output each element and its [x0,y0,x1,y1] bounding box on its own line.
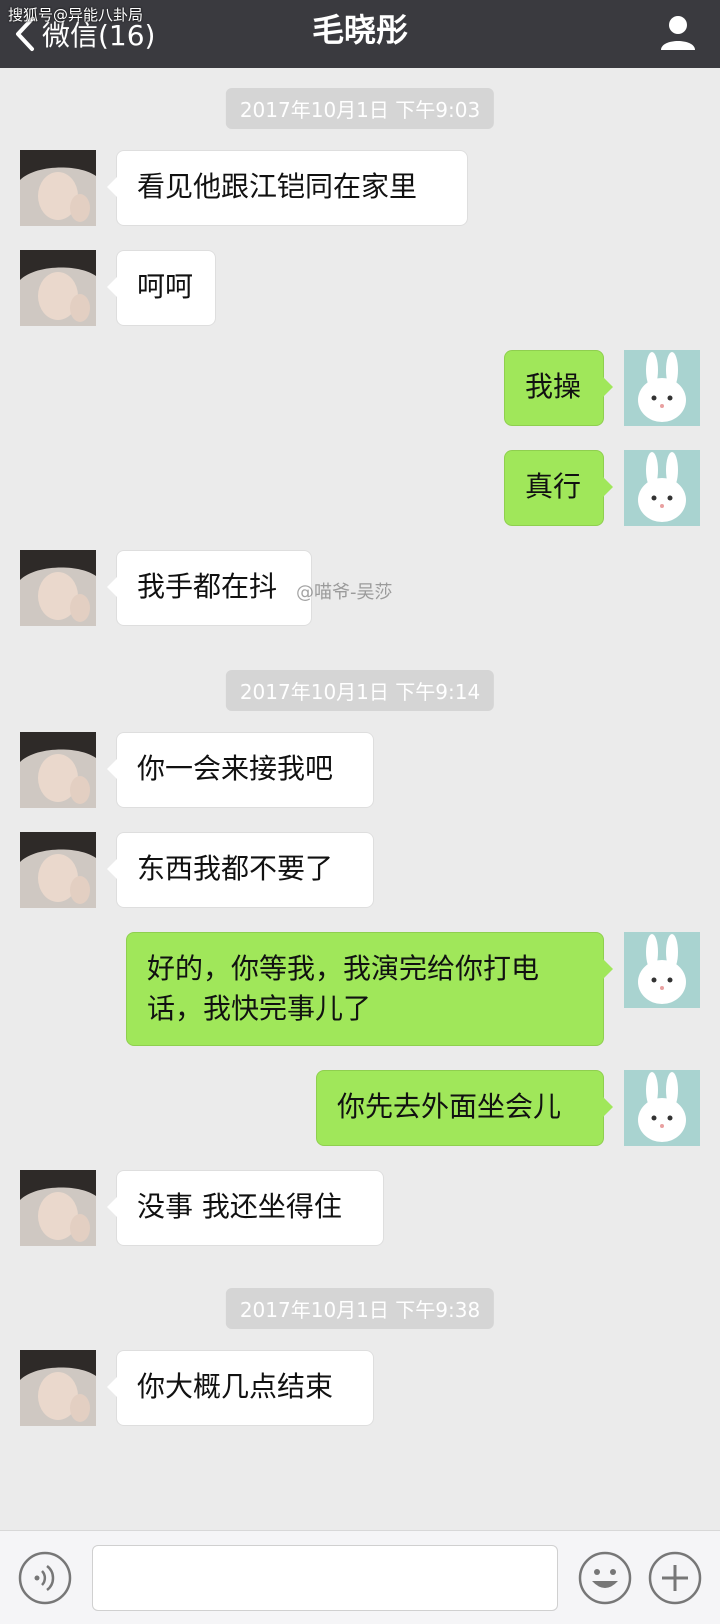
nav-bar: 微信(16) 毛晓彤 搜狐号@异能八卦局 [0,0,720,68]
timestamp: 2017年10月1日 下午9:03 [225,88,495,129]
profile-button[interactable] [658,12,698,52]
voice-button[interactable] [18,1551,72,1605]
more-button[interactable] [648,1551,702,1605]
watermark-top: 搜狐号@异能八卦局 [8,6,144,24]
chat-area[interactable]: 2017年10月1日 下午9:03 看见他跟江铠同在家里 呵呵 我操 真行 我手… [0,68,720,1530]
message-bubble-outgoing[interactable]: 你先去外面坐会儿 [316,1070,613,1146]
message-bubble-incoming[interactable]: 东西我都不要了 [107,832,374,908]
avatar-self[interactable] [624,450,700,526]
avatar-contact[interactable] [20,550,96,626]
message-bubble-outgoing[interactable]: 我操 [504,350,613,426]
message-input[interactable] [92,1545,558,1611]
message-bubble-incoming[interactable]: 没事 我还坐得住 [107,1170,384,1246]
plus-icon [648,1551,702,1609]
timestamp: 2017年10月1日 下午9:14 [225,670,495,711]
avatar-self[interactable] [624,932,700,1008]
message-bubble-incoming[interactable]: 呵呵 [107,250,216,326]
person-icon [658,16,698,56]
emoji-button[interactable] [578,1551,632,1605]
emoji-icon [578,1551,632,1609]
message-bubble-incoming[interactable]: 看见他跟江铠同在家里 [107,150,468,226]
avatar-self[interactable] [624,350,700,426]
avatar-contact[interactable] [20,832,96,908]
message-bubble-outgoing[interactable]: 好的，你等我，我演完给你打电话，我快完事儿了 [126,932,613,1046]
avatar-contact[interactable] [20,732,96,808]
avatar-contact[interactable] [20,250,96,326]
avatar-contact[interactable] [20,1350,96,1426]
input-bar [0,1530,720,1624]
message-bubble-incoming[interactable]: 你一会来接我吧 [107,732,374,808]
message-bubble-incoming[interactable]: 我手都在抖 [107,550,312,626]
avatar-contact[interactable] [20,150,96,226]
voice-icon [18,1551,72,1609]
avatar-contact[interactable] [20,1170,96,1246]
message-bubble-outgoing[interactable]: 真行 [504,450,613,526]
timestamp: 2017年10月1日 下午9:38 [225,1288,495,1329]
weibo-watermark: @喵爷-吴莎 [296,582,393,603]
message-bubble-incoming[interactable]: 你大概几点结束 [107,1350,374,1426]
avatar-self[interactable] [624,1070,700,1146]
